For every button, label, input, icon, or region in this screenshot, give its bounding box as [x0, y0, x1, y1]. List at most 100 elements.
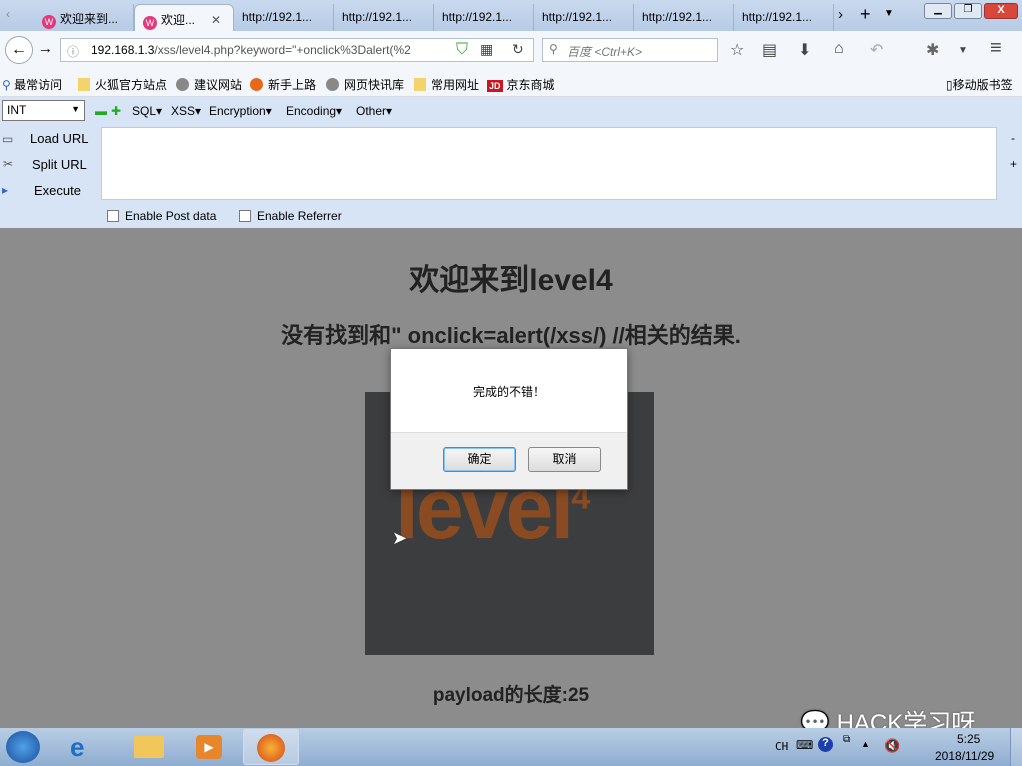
load-url-icon: ▭ [2, 132, 14, 146]
start-button[interactable] [6, 731, 40, 763]
ie-icon[interactable]: e [70, 732, 84, 763]
show-desktop-button[interactable] [1010, 728, 1022, 766]
firefox-taskbar-button[interactable] [243, 729, 299, 765]
type-select[interactable]: INT ▼ [2, 100, 85, 121]
language-indicator[interactable]: CH [775, 740, 788, 753]
bookmark-firefox-sites[interactable]: 火狐官方站点 [78, 76, 167, 93]
network-icon[interactable]: ⧉ [843, 734, 850, 745]
bookmark-suggested[interactable]: 建议网站 [176, 76, 242, 93]
help-icon[interactable]: ? [818, 737, 833, 752]
download-icon[interactable]: ⬇ [798, 40, 811, 60]
wamp-icon: W [42, 15, 56, 29]
menu-icon[interactable]: ≡ [990, 37, 1002, 60]
globe-icon [326, 78, 339, 91]
explorer-icon[interactable] [134, 736, 164, 758]
search-input[interactable]: ⚲ 百度 <Ctrl+K> [542, 38, 718, 62]
bookmark-label: 新手上路 [268, 78, 317, 92]
tab-label: 欢迎... [161, 13, 196, 27]
most-visited-icon: ⚲ [2, 78, 11, 92]
volume-muted-icon[interactable]: 🔇 [884, 738, 900, 754]
bookmark-label: 最常访问 [14, 78, 63, 92]
checkbox-icon [107, 210, 119, 222]
execute-button[interactable]: Execute [34, 183, 81, 198]
new-tab-icon[interactable]: + [860, 4, 871, 25]
clock-time[interactable]: 5:25 [957, 732, 980, 746]
ok-button[interactable]: 确定 [443, 447, 516, 472]
close-tab-icon[interactable]: ✕ [211, 13, 221, 27]
split-url-button[interactable]: Split URL [32, 157, 87, 172]
minimize-button[interactable]: ▁ [924, 3, 952, 19]
info-icon[interactable]: ⓘ [67, 43, 79, 60]
url-path: /xss/level4.php?keyword="+onclick%3Daler… [154, 43, 411, 57]
shrink-button[interactable]: - [1011, 131, 1015, 145]
home-icon[interactable]: ⌂ [834, 40, 844, 58]
tab[interactable]: http://192.1... [334, 4, 434, 31]
increase-icon[interactable]: ✚ [111, 104, 121, 118]
maximize-button[interactable]: ❐ [954, 3, 982, 19]
menu-other[interactable]: Other▾ [356, 104, 392, 118]
scroll-right-icon[interactable]: › [838, 6, 843, 23]
tab-bar: ‹ W 欢迎来到... W 欢迎... ✕ http://192.1... http:… [0, 0, 1022, 31]
checkbox-icon [239, 210, 251, 222]
cancel-button[interactable]: 取消 [528, 447, 601, 472]
scroll-left-icon[interactable]: ‹ [6, 7, 10, 21]
tab-active[interactable]: W 欢迎... ✕ [134, 4, 234, 31]
tab[interactable]: http://192.1... [734, 4, 834, 31]
expand-button[interactable]: + [1010, 157, 1017, 171]
bookmark-most-visited[interactable]: ⚲ 最常访问 [2, 76, 62, 93]
enable-post-checkbox[interactable]: Enable Post data [107, 209, 216, 223]
bookmark-jd[interactable]: JD 京东商城 [487, 76, 555, 93]
tab[interactable]: http://192.1... [234, 4, 334, 31]
addon-dropdown-icon[interactable]: ▼ [958, 45, 968, 56]
bookmark-label: 建议网站 [194, 78, 243, 92]
menu-encoding[interactable]: Encoding▾ [286, 104, 342, 118]
tab[interactable]: http://192.1... [434, 4, 534, 31]
clock-date[interactable]: 2018/11/29 [935, 749, 994, 763]
bookmark-star-icon[interactable]: ☆ [730, 40, 744, 60]
tab[interactable]: http://192.1... [634, 4, 734, 31]
keyboard-icon[interactable]: ⌨ [796, 738, 813, 752]
bookmark-web-slices[interactable]: 网页快讯库 [326, 76, 404, 93]
load-url-button[interactable]: Load URL [30, 131, 89, 146]
reload-icon[interactable]: ↻ [512, 41, 524, 58]
enable-referrer-checkbox[interactable]: Enable Referrer [239, 209, 342, 223]
split-url-icon: ✂ [3, 157, 14, 171]
back-icon[interactable]: ← [5, 36, 33, 64]
tab[interactable]: http://192.1... [534, 4, 634, 31]
menu-xss[interactable]: XSS▾ [171, 104, 201, 118]
hackbar-url-textarea[interactable] [101, 127, 997, 200]
tab-label: 欢迎来到... [60, 12, 119, 26]
select-value: INT [7, 103, 27, 117]
mobile-bookmarks[interactable]: ▯移动版书签 [946, 76, 1013, 93]
alert-message: 完成的不错！ [472, 385, 545, 399]
taskbar: e ▶ CH ⌨ ? ⧉ ▲ 🔇 5:25 2018/11/29 [0, 728, 1022, 766]
reading-list-icon[interactable]: ▤ [762, 40, 777, 60]
media-player-icon[interactable]: ▶ [196, 735, 222, 759]
forward-icon[interactable]: → [38, 40, 53, 57]
menu-encryption[interactable]: Encryption▾ [209, 104, 272, 118]
chevron-down-icon: ▼ [71, 104, 80, 114]
bookmark-getting-started[interactable]: 新手上路 [250, 76, 316, 93]
tab-list-icon[interactable]: ▼ [884, 8, 894, 19]
alert-dialog: 完成的不错！ 确定 取消 [390, 348, 628, 490]
bookmark-label: 火狐官方站点 [95, 78, 168, 92]
show-hidden-icons[interactable]: ▲ [861, 739, 870, 749]
bookmark-label: 京东商城 [506, 78, 555, 92]
phone-icon: ▯ [946, 78, 953, 92]
tab[interactable]: W 欢迎来到... [34, 4, 134, 31]
mouse-cursor-icon: ➤ [392, 528, 408, 548]
bookmark-common-sites[interactable]: 常用网址 [414, 76, 479, 93]
page-title: 欢迎来到level4 [409, 264, 613, 297]
undo-icon[interactable]: ↶ [870, 40, 883, 60]
close-window-button[interactable]: X [984, 3, 1018, 19]
shield-icon[interactable]: ⛉ [456, 41, 468, 59]
wamp-icon: W [143, 16, 157, 30]
globe-icon [176, 78, 189, 91]
qr-code-icon[interactable]: ▦ [480, 41, 493, 58]
menu-sql[interactable]: SQL▾ [132, 104, 162, 118]
search-result-text: 没有找到和" onclick=alert(/xss/) //相关的结果. [281, 323, 741, 348]
addon-icon[interactable]: ✱ [926, 40, 939, 60]
bookmark-label: 常用网址 [431, 78, 480, 92]
decrease-icon[interactable]: ▬ [95, 104, 107, 118]
bookmark-label: 网页快讯库 [344, 78, 405, 92]
